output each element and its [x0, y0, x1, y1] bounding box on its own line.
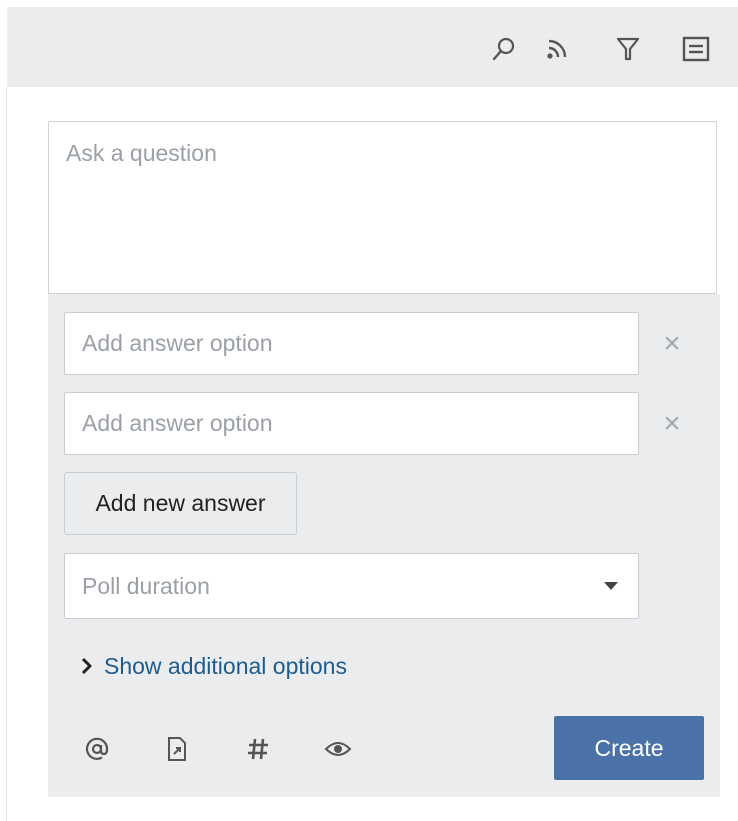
poll-duration-select[interactable]: Poll duration: [64, 553, 639, 619]
show-additional-options-label: Show additional options: [104, 652, 347, 679]
list-view-icon[interactable]: [678, 31, 714, 67]
mention-icon[interactable]: [80, 732, 114, 766]
remove-answer-2-button[interactable]: ×: [657, 409, 687, 439]
link-icon[interactable]: [160, 732, 194, 766]
rss-feed-icon[interactable]: [539, 31, 575, 67]
top-toolbar: [7, 7, 738, 87]
question-input[interactable]: [48, 121, 717, 294]
close-icon: ×: [663, 407, 681, 440]
add-new-answer-button[interactable]: Add new answer: [64, 472, 297, 535]
show-additional-options-toggle[interactable]: Show additional options: [80, 648, 347, 684]
answer-option-input-1[interactable]: [64, 312, 639, 375]
visibility-icon[interactable]: [321, 732, 355, 766]
hashtag-icon[interactable]: [241, 732, 275, 766]
remove-answer-1-button[interactable]: ×: [657, 329, 687, 359]
filter-icon[interactable]: [610, 31, 646, 67]
answer-option-input-2[interactable]: [64, 392, 639, 455]
create-button[interactable]: Create: [554, 716, 704, 780]
page-divider: [6, 87, 7, 821]
close-icon: ×: [663, 327, 681, 360]
chevron-down-icon: [604, 582, 618, 590]
chevron-right-icon: [81, 657, 92, 675]
search-icon[interactable]: [486, 31, 522, 67]
poll-duration-placeholder: Poll duration: [82, 573, 210, 599]
